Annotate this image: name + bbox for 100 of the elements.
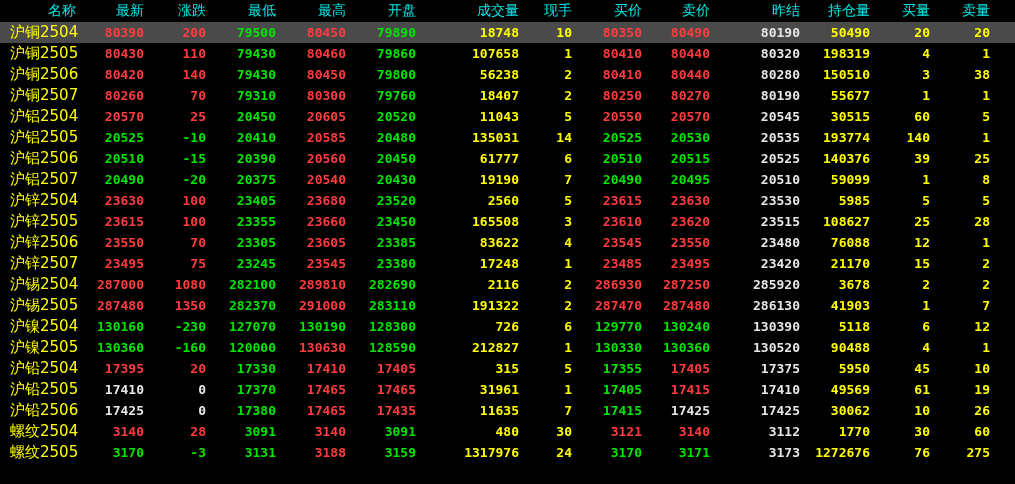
table-cell-text: 20480	[375, 130, 416, 145]
table-cell-text: -15	[181, 151, 206, 166]
table-cell-text: 315	[494, 361, 519, 376]
table-cell-text: 286130	[752, 298, 800, 313]
table-cell-text: 23615	[103, 214, 144, 229]
table-row[interactable]: 沪铜2505 80430 110 79430 80460 79860 107658 1 80410 80440 80320 198319 4 1	[0, 43, 1015, 64]
column-header[interactable]: 卖量	[930, 2, 990, 20]
column-header[interactable]: 涨跌	[144, 2, 206, 20]
table-cell-text: 76088	[829, 235, 870, 250]
table-cell-text: 20535	[759, 130, 800, 145]
table-cell-text: 30	[913, 424, 930, 439]
table-cell-text: 4	[921, 46, 930, 61]
table-cell-text: 23495	[669, 256, 710, 271]
table-cell-text: 1	[981, 235, 990, 250]
table-cell-text: 80390	[103, 25, 144, 40]
table-cell-text: 1	[981, 130, 990, 145]
table-row[interactable]: 沪铝2506 20510 -15 20390 20560 20450 61777 6 20510 20515 20525 140376 39 25	[0, 148, 1015, 169]
table-cell-text: 23630	[103, 193, 144, 208]
table-cell-text: 80270	[669, 88, 710, 103]
table-cell-text: 50490	[829, 25, 870, 40]
table-cell-text: 2116	[486, 277, 519, 292]
table-cell-text: 17425	[103, 403, 144, 418]
table-cell-text: 25	[189, 109, 206, 124]
column-header[interactable]: 买价	[572, 2, 642, 20]
column-header[interactable]: 最高	[276, 2, 346, 20]
table-cell-text: 23615	[601, 193, 642, 208]
table-cell-text: 79430	[235, 46, 276, 61]
table-row[interactable]: 沪镍2505 130360 -160 120000 130630 128590 212827 1 130330 130360 130520 90488 4 1	[0, 337, 1015, 358]
column-header[interactable]: 卖价	[642, 2, 710, 20]
table-row[interactable]: 螺纹2504 3140 28 3091 3140 3091 480 30 3121 3140 3112 1770 30 60	[0, 421, 1015, 442]
table-cell-text: 17355	[601, 361, 642, 376]
table-cell-text: 212827	[471, 340, 519, 355]
table-row[interactable]: 沪铅2505 17410 0 17370 17465 17465 31961 1 17405 17415 17410 49569 61 19	[0, 379, 1015, 400]
table-cell-text: 79430	[235, 67, 276, 82]
table-cell-text: 38	[973, 67, 990, 82]
table-cell-text: 80440	[669, 67, 710, 82]
table-cell-text: 12	[913, 235, 930, 250]
table-row[interactable]: 沪铝2507 20490 -20 20375 20540 20430 19190 7 20490 20495 20510 59099 1 8	[0, 169, 1015, 190]
table-cell-text: 127070	[228, 319, 276, 334]
table-row[interactable]: 沪镍2504 130160 -230 127070 130190 128300 726 6 129770 130240 130390 5118 6 12	[0, 316, 1015, 337]
contract-name: 沪铝2507	[9, 170, 80, 189]
table-cell-text: 3171	[677, 445, 710, 460]
table-row[interactable]: 沪铝2505 20525 -10 20410 20585 20480 135031 14 20525 20530 20535 193774 140 1	[0, 127, 1015, 148]
table-cell-text: 110	[181, 46, 206, 61]
contract-name: 沪铅2504	[9, 359, 80, 378]
table-cell-text: 5	[981, 193, 990, 208]
table-cell-text: 3188	[313, 445, 346, 460]
table-cell-text: 291000	[298, 298, 346, 313]
table-cell-text: 20525	[759, 151, 800, 166]
table-row[interactable]: 沪铝2504 20570 25 20450 20605 20520 11043 5 20550 20570 20545 30515 60 5	[0, 106, 1015, 127]
table-row[interactable]: 沪铜2506 80420 140 79430 80450 79800 56238 2 80410 80440 80280 150510 3 38	[0, 64, 1015, 85]
table-cell-text: 2	[981, 256, 990, 271]
table-cell-text: 80190	[759, 88, 800, 103]
table-cell-text: 5	[563, 361, 572, 376]
column-header[interactable]: 最新	[80, 2, 144, 20]
column-header[interactable]: 最低	[206, 2, 276, 20]
table-row[interactable]: 螺纹2505 3170 -3 3131 3188 3159 1317976 24 3170 3171 3173 1272676 76 275	[0, 442, 1015, 463]
table-row[interactable]: 沪锌2505 23615 100 23355 23660 23450 165508 3 23610 23620 23515 108627 25 28	[0, 211, 1015, 232]
table-cell-text: 79310	[235, 88, 276, 103]
column-header[interactable]: 开盘	[346, 2, 416, 20]
table-cell-text: 1	[981, 88, 990, 103]
table-row[interactable]: 沪锌2507 23495 75 23245 23545 23380 17248 1 23485 23495 23420 21170 15 2	[0, 253, 1015, 274]
column-header[interactable]: 昨结	[710, 2, 800, 20]
table-cell-text: 130360	[96, 340, 144, 355]
column-header[interactable]: 名称	[0, 2, 80, 20]
table-cell-text: 283110	[368, 298, 416, 313]
table-cell-text: 20525	[601, 130, 642, 145]
table-cell-text: 2	[563, 88, 572, 103]
table-cell-text: 23680	[305, 193, 346, 208]
table-cell-text: 150510	[822, 67, 870, 82]
column-header[interactable]: 现手	[519, 2, 572, 20]
table-row[interactable]: 沪锡2504 287000 1080 282100 289810 282690 2116 2 286930 287250 285920 3678 2 2	[0, 274, 1015, 295]
table-row[interactable]: 沪锡2505 287480 1350 282370 291000 283110 191322 2 287470 287480 286130 41903 1 7	[0, 295, 1015, 316]
table-row[interactable]: 沪铜2504 80390 200 79500 80450 79890 18748 10 80350 80490 80190 50490 20 20	[0, 22, 1015, 43]
table-cell-text: 4	[921, 340, 930, 355]
table-row[interactable]: 沪铅2506 17425 0 17380 17465 17435 11635 7 17415 17425 17425 30062 10 26	[0, 400, 1015, 421]
column-header[interactable]: 成交量	[416, 2, 519, 20]
table-cell-text: 3173	[767, 445, 800, 460]
table-cell-text: 3	[921, 67, 930, 82]
table-row[interactable]: 沪铅2504 17395 20 17330 17410 17405 315 5 17355 17405 17375 5950 45 10	[0, 358, 1015, 379]
table-row[interactable]: 沪锌2504 23630 100 23405 23680 23520 2560 5 23615 23630 23530 5985 5 5	[0, 190, 1015, 211]
table-cell-text: 23520	[375, 193, 416, 208]
table-cell-text: 1	[921, 172, 930, 187]
column-header[interactable]: 买量	[870, 2, 930, 20]
table-cell-text: 2	[563, 277, 572, 292]
column-header[interactable]: 持仓量	[800, 2, 870, 20]
table-cell-text: 20390	[235, 151, 276, 166]
table-cell-text: 3091	[243, 424, 276, 439]
table-cell-text: 20560	[305, 151, 346, 166]
table-cell-text: 129770	[594, 319, 642, 334]
table-cell-text: 130240	[662, 319, 710, 334]
table-cell-text: 289810	[298, 277, 346, 292]
table-cell-text: 287000	[96, 277, 144, 292]
table-cell-text: 17405	[669, 361, 710, 376]
table-row[interactable]: 沪锌2506 23550 70 23305 23605 23385 83622 4 23545 23550 23480 76088 12 1	[0, 232, 1015, 253]
table-cell-text: 23405	[235, 193, 276, 208]
table-cell-text: 24	[555, 445, 572, 460]
table-cell-text: 3131	[243, 445, 276, 460]
table-row[interactable]: 沪铜2507 80260 70 79310 80300 79760 18407 2 80250 80270 80190 55677 1 1	[0, 85, 1015, 106]
table-cell-text: 23620	[669, 214, 710, 229]
